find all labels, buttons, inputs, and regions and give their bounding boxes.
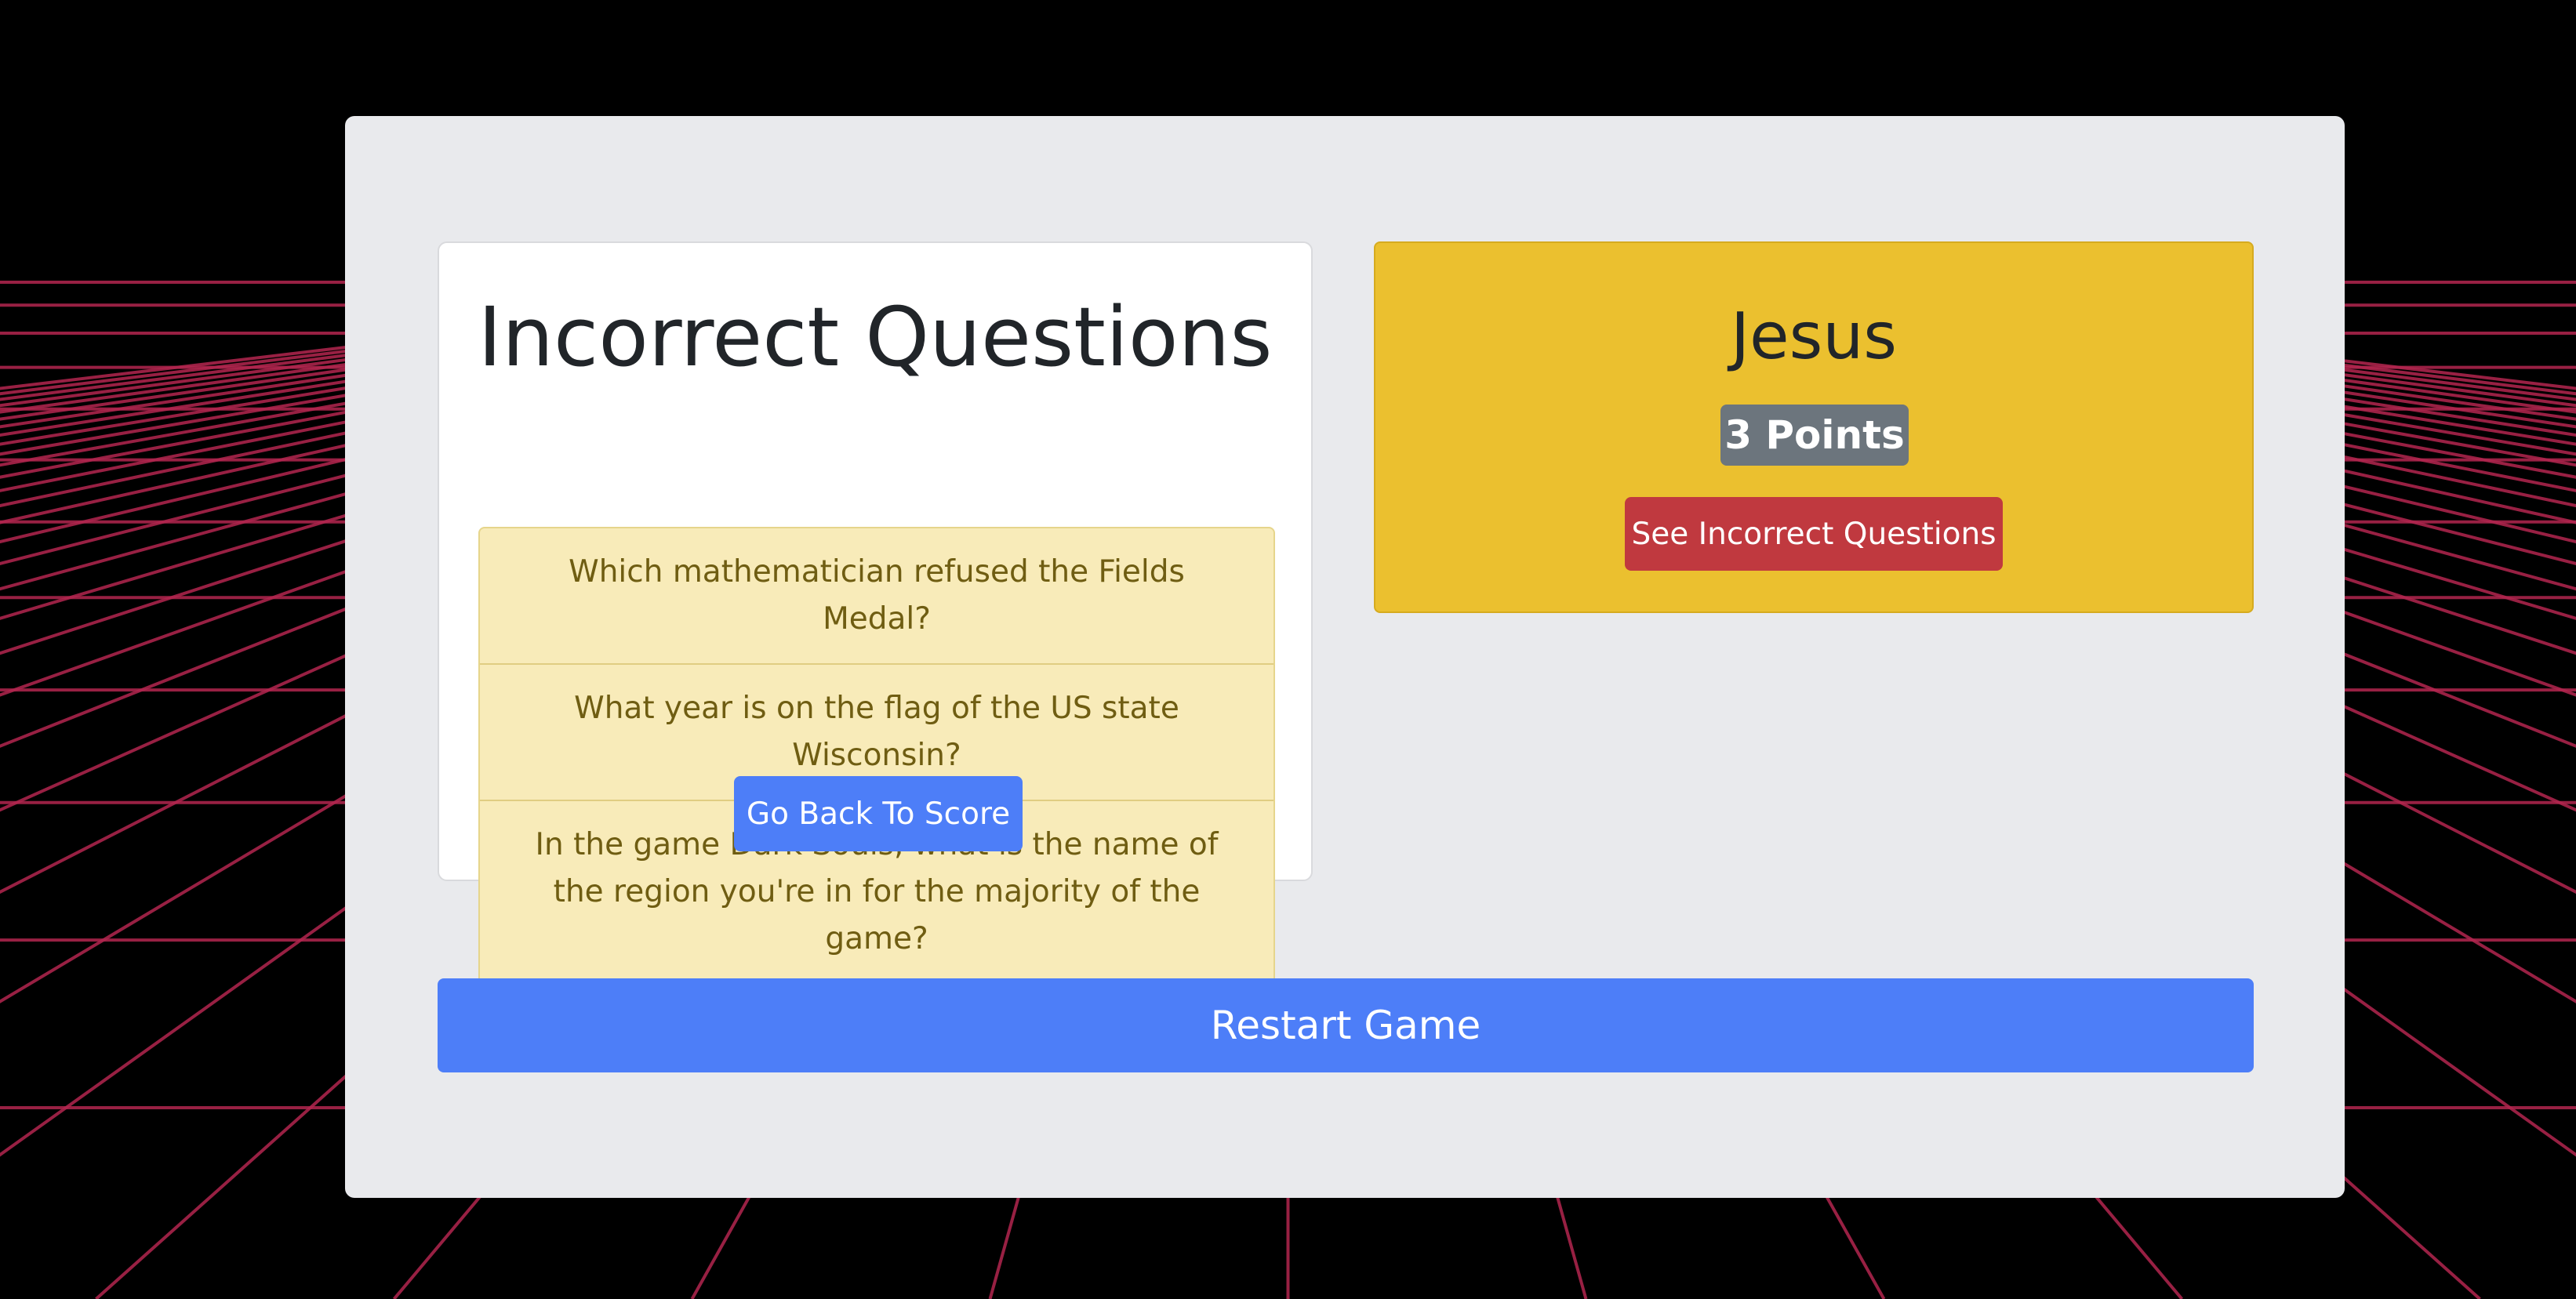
incorrect-questions-title: Incorrect Questions (478, 289, 1273, 385)
question-item: Which mathematician refused the Fields M… (569, 554, 1185, 637)
restart-game-button[interactable]: Restart Game (438, 978, 2254, 1072)
player-score-card: Jesus 3 Points See Incorrect Questions (1374, 241, 2254, 613)
see-incorrect-questions-button[interactable]: See Incorrect Questions (1625, 497, 2003, 571)
player-name: Jesus (1730, 299, 1898, 374)
incorrect-questions-card: Incorrect Questions Which mathematician … (438, 241, 1313, 985)
go-back-to-score-button[interactable]: Go Back To Score (734, 776, 1023, 851)
points-badge: 3 Points (1720, 405, 1909, 466)
incorrect-question-list: Which mathematician refused the Fields M… (478, 527, 1275, 985)
main-panel: Incorrect Questions Which mathematician … (345, 116, 2345, 1198)
